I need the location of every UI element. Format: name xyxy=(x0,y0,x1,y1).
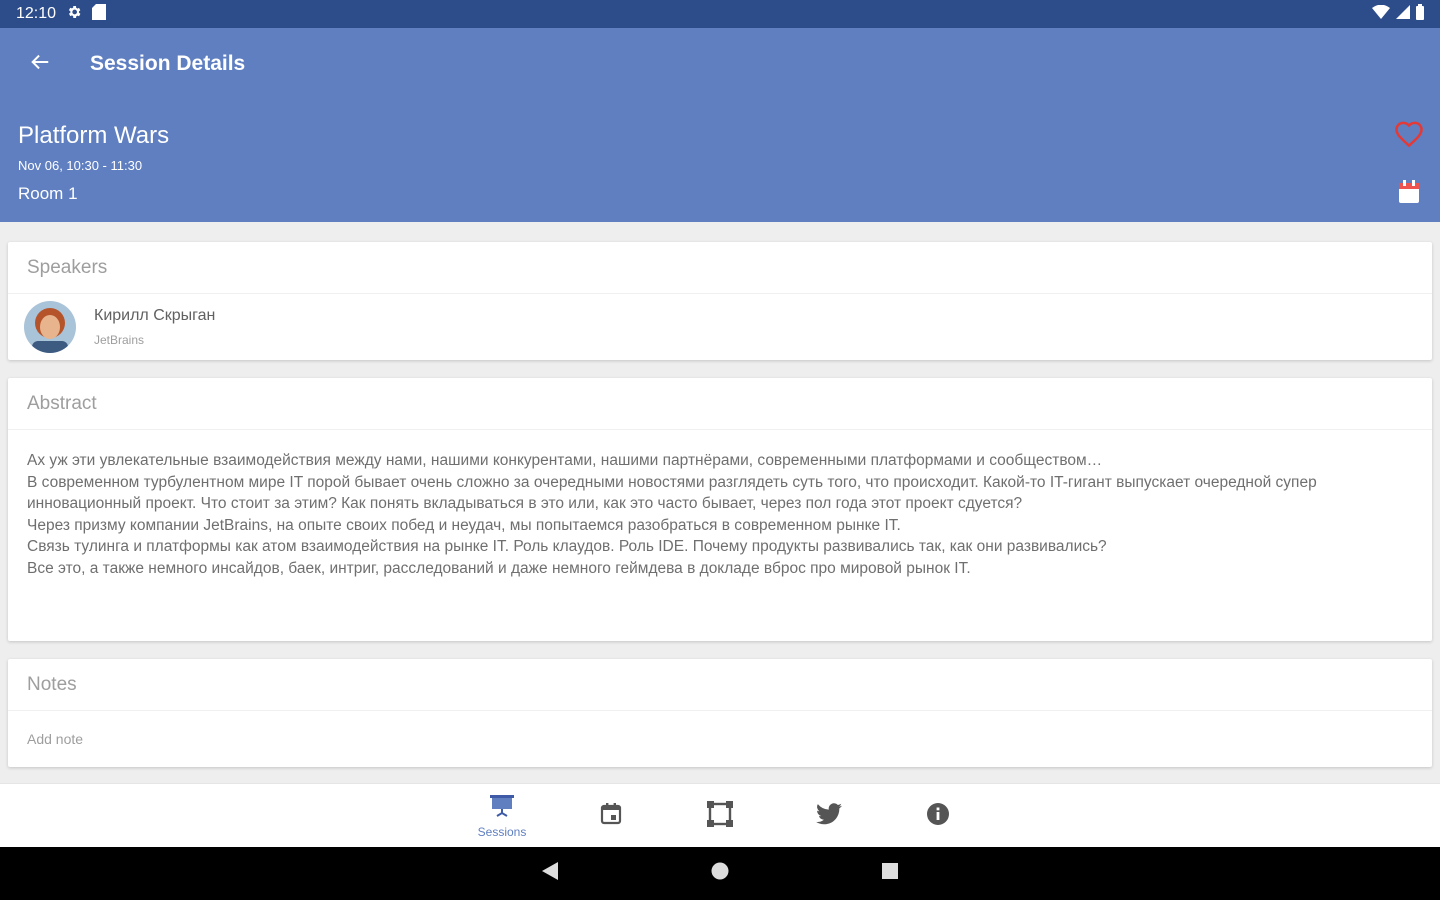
status-time: 12:10 xyxy=(16,5,57,22)
system-navigation-bar xyxy=(0,847,1440,900)
abstract-text: Ах уж эти увлекательные взаимодействия м… xyxy=(27,452,1317,577)
notes-card: Notes Add note xyxy=(8,659,1432,767)
system-recents-button[interactable] xyxy=(875,859,905,889)
session-header: Platform Wars Nov 06, 10:30 - 11:30 Room… xyxy=(0,100,1440,222)
system-back-button[interactable] xyxy=(535,859,565,889)
page-title: Session Details xyxy=(90,52,246,75)
calendar-icon xyxy=(1398,180,1420,208)
speaker-item[interactable]: Кирилл Скрыган JetBrains xyxy=(8,294,1432,360)
abstract-card: Abstract Ах уж эти увлекательные взаимод… xyxy=(8,378,1432,641)
speakers-title: Speakers xyxy=(8,242,1432,294)
sd-card-icon xyxy=(92,3,107,25)
session-time: Nov 06, 10:30 - 11:30 xyxy=(18,158,143,173)
session-title: Platform Wars xyxy=(18,122,170,149)
map-icon xyxy=(706,800,734,833)
nav-map[interactable] xyxy=(666,784,775,848)
calendar-icon xyxy=(599,802,623,831)
add-to-calendar-button[interactable] xyxy=(1398,180,1420,204)
info-icon xyxy=(926,802,950,831)
presentation-icon xyxy=(489,794,515,823)
abstract-title: Abstract xyxy=(8,378,1432,430)
speaker-company: JetBrains xyxy=(94,333,145,347)
nav-sessions-label: Sessions xyxy=(477,824,527,839)
square-recents-icon xyxy=(881,862,899,885)
avatar xyxy=(24,301,76,353)
notes-title: Notes xyxy=(8,659,1432,711)
circle-home-icon xyxy=(710,861,730,886)
back-button[interactable] xyxy=(0,28,80,100)
add-note-input[interactable]: Add note xyxy=(8,711,1432,767)
gear-icon xyxy=(66,4,82,25)
system-home-button[interactable] xyxy=(705,859,735,889)
speaker-name: Кирилл Скрыган xyxy=(94,307,216,324)
speakers-card: Speakers Кирилл Скрыган JetBrains xyxy=(8,242,1432,360)
battery-icon xyxy=(1416,3,1424,25)
signal-icon xyxy=(1396,4,1410,24)
wifi-icon xyxy=(1372,4,1390,24)
bottom-navigation: Sessions xyxy=(0,783,1440,847)
nav-twitter[interactable] xyxy=(775,784,884,848)
favorite-button[interactable] xyxy=(1394,120,1424,150)
nav-sessions[interactable]: Sessions xyxy=(448,784,557,848)
app-bar: Session Details xyxy=(0,28,1440,100)
heart-outline-icon xyxy=(1394,121,1424,154)
nav-info[interactable] xyxy=(884,784,993,848)
session-room: Room 1 xyxy=(18,184,78,203)
status-bar: 12:10 xyxy=(0,0,1440,28)
triangle-back-icon xyxy=(541,861,559,886)
arrow-back-icon xyxy=(29,51,51,78)
nav-schedule[interactable] xyxy=(557,784,666,848)
twitter-icon xyxy=(816,802,842,830)
